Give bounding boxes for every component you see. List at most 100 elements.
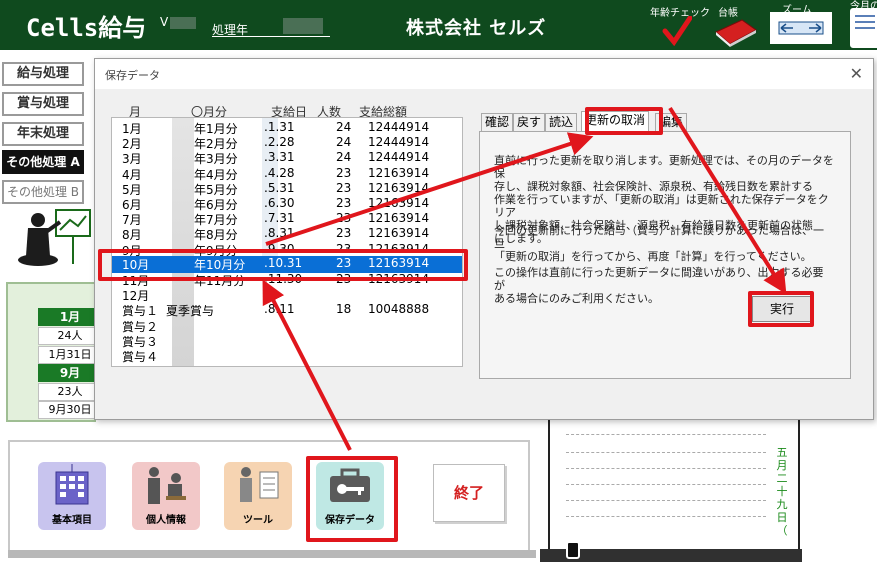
- saved-data-label: 保存データ: [325, 515, 375, 526]
- bottom-toolbar-shadow: [8, 550, 536, 558]
- cell-people: 24: [336, 150, 352, 165]
- table-row[interactable]: 2月 年2月分 .2.28 24 12444914: [112, 135, 462, 151]
- cell-total: 12163914: [368, 226, 430, 241]
- cell-pay-date: .4.28: [264, 165, 295, 180]
- cell-period: 年10月分: [194, 257, 246, 272]
- cell-total: 12163914: [368, 196, 430, 210]
- calendar-icon[interactable]: [850, 8, 877, 48]
- cell-pay-date: .7.31: [264, 211, 295, 226]
- close-icon[interactable]: ✕: [850, 64, 863, 83]
- cell-total: 12163914: [368, 180, 430, 195]
- tab-confirm[interactable]: 確認: [481, 113, 514, 131]
- zoom-arrows-icon: [778, 21, 824, 35]
- menu-other-a-button[interactable]: その他処理 A: [2, 150, 84, 174]
- table-row[interactable]: 5月 年5月分 .5.31 23 12163914: [112, 180, 462, 197]
- menu-bonus-button[interactable]: 賞与処理: [2, 92, 84, 116]
- table-row[interactable]: 4月 年4月分 .4.28 23 12163914: [112, 165, 462, 182]
- company-name: 株式会社 セルズ: [406, 18, 547, 39]
- cell-people: 23: [336, 211, 352, 226]
- processing-year-underline: [212, 36, 330, 37]
- cell-total: 12163914: [368, 272, 430, 286]
- scroll-thumb[interactable]: [566, 541, 580, 559]
- table-row[interactable]: 12月: [112, 287, 462, 303]
- cell-total: 12444914: [368, 150, 430, 165]
- personal-info-label: 個人情報: [146, 515, 186, 526]
- cell-total: 12444914: [368, 135, 430, 150]
- version-value-redacted: [170, 17, 196, 29]
- cell-people: 23: [336, 226, 352, 241]
- sheet-scrollbar[interactable]: [540, 541, 802, 562]
- cell-total: 12163914: [368, 211, 430, 226]
- calendar-date-2: 9月30日: [38, 401, 102, 419]
- presenter-icon: [18, 209, 91, 266]
- cell-total: 12163914: [368, 241, 430, 256]
- header-bar: Cells給与 V 処理年 株式会社 セルズ 年齢チェック 台帳 ズーム 今月の: [0, 0, 877, 50]
- sheet-line: [566, 484, 766, 485]
- menu-other-b-button[interactable]: その他処理 B: [2, 180, 84, 204]
- calendar-panel: 1月 24人 1月31日 9月 23人 9月30日: [6, 282, 102, 422]
- zoom-button[interactable]: [770, 12, 832, 44]
- cell-total: 12163914: [368, 255, 430, 270]
- version-label: V: [160, 15, 169, 29]
- personal-info-button[interactable]: 個人情報: [132, 462, 200, 530]
- basic-items-label: 基本項目: [52, 515, 92, 526]
- saved-data-button[interactable]: 保存データ: [316, 462, 384, 530]
- menu-year-end-button[interactable]: 年末処理: [2, 122, 84, 146]
- table-row[interactable]: 賞与４: [112, 348, 462, 364]
- cell-people: 18: [336, 302, 352, 317]
- cell-pay-date: .3.31: [264, 150, 295, 165]
- table-row[interactable]: 8月 年8月分 .8.31 23 12163914: [112, 226, 462, 242]
- cell-people: 23: [336, 272, 352, 286]
- table-row[interactable]: 3月 年3月分 .3.31 24 12444914: [112, 150, 462, 166]
- description-paragraph-2: 今回の更新前に行った給与（賞与）計算に誤りがあった場合は、一旦 「更新の取消」を…: [494, 224, 824, 263]
- exit-button[interactable]: 終了: [433, 464, 505, 522]
- table-row[interactable]: 賞与３: [112, 333, 462, 349]
- app-title: Cells給与: [26, 14, 147, 42]
- dialog-titlebar: 保存データ ✕: [95, 59, 873, 89]
- table-row-selected[interactable]: 10月 年10月分 .10.31 23 12163914: [112, 255, 462, 273]
- cell-total: 12444914: [368, 120, 430, 134]
- cell-pay-date: .10.31: [264, 255, 303, 270]
- tools-button[interactable]: ツール: [224, 462, 292, 530]
- menu-salary-button[interactable]: 給与処理: [2, 62, 84, 86]
- cell-people: 23: [336, 241, 352, 256]
- calendar-month-1: 1月: [38, 308, 102, 326]
- execute-button[interactable]: 実行: [752, 296, 812, 322]
- basic-items-button[interactable]: 基本項目: [38, 462, 106, 530]
- table-row[interactable]: 7月 年7月分 .7.31 23 12163914: [112, 211, 462, 227]
- cell-pay-date: .8.31: [264, 226, 295, 241]
- table-row[interactable]: 1月 年1月分 .1.31 24 12444914: [112, 120, 462, 136]
- saved-data-dialog: 保存データ ✕ 月 〇月分 支給日 人数 支給総額 1月 年1月分 .1.31 24 1…: [94, 58, 874, 420]
- table-row[interactable]: 6月 年6月分 .6.30 23 12163914: [112, 196, 462, 212]
- tab-cancel-update[interactable]: 更新の取消: [581, 111, 650, 132]
- tab-load[interactable]: 読込: [545, 113, 578, 131]
- tab-edit[interactable]: 編集: [655, 113, 688, 131]
- building-icon: [55, 464, 89, 505]
- cell-month: 10月: [122, 257, 150, 272]
- cancel-update-panel: 直前に行った更新を取り消します。更新処理では、その月のデータを保 存し、課税対象…: [479, 131, 851, 379]
- calendar-people-1: 24人: [38, 327, 102, 345]
- cell-total: 12163914: [368, 165, 430, 180]
- cell-total: 10048888: [368, 302, 430, 317]
- cell-pay-date: .2.28: [264, 135, 295, 150]
- check-icon[interactable]: [662, 16, 692, 46]
- sheet-line: [566, 516, 766, 517]
- document-sheet: 五月二十九日（: [548, 416, 800, 556]
- app-window: Cells給与 V 処理年 株式会社 セルズ 年齢チェック 台帳 ズーム 今月の: [0, 0, 877, 568]
- cell-month: 賞与４: [122, 350, 159, 364]
- processing-year-redacted: [283, 18, 323, 34]
- sheet-line: [566, 468, 766, 469]
- book-icon[interactable]: [712, 16, 760, 48]
- table-row[interactable]: 賞与１ 夏季賞与 .8.11 18 10048888: [112, 302, 462, 318]
- tools-icon: [240, 467, 279, 502]
- table-row[interactable]: 9月 年9月分 .9.30 23 12163914: [112, 241, 462, 258]
- table-row[interactable]: 賞与２: [112, 318, 462, 334]
- cell-pay-date: .5.31: [264, 180, 295, 195]
- saved-data-list[interactable]: 1月 年1月分 .1.31 24 12444914 2月 年2月分 .2.28 24 124449…: [111, 117, 463, 367]
- tab-revert[interactable]: 戻す: [513, 113, 546, 131]
- cell-people: 23: [336, 165, 352, 180]
- table-row[interactable]: 11月 年11月分 .11.30 23 12163914: [112, 272, 462, 288]
- cell-pay-date: .9.30: [264, 241, 295, 256]
- cell-pay-date: .8.11: [264, 302, 295, 317]
- cell-people: 23: [336, 180, 352, 195]
